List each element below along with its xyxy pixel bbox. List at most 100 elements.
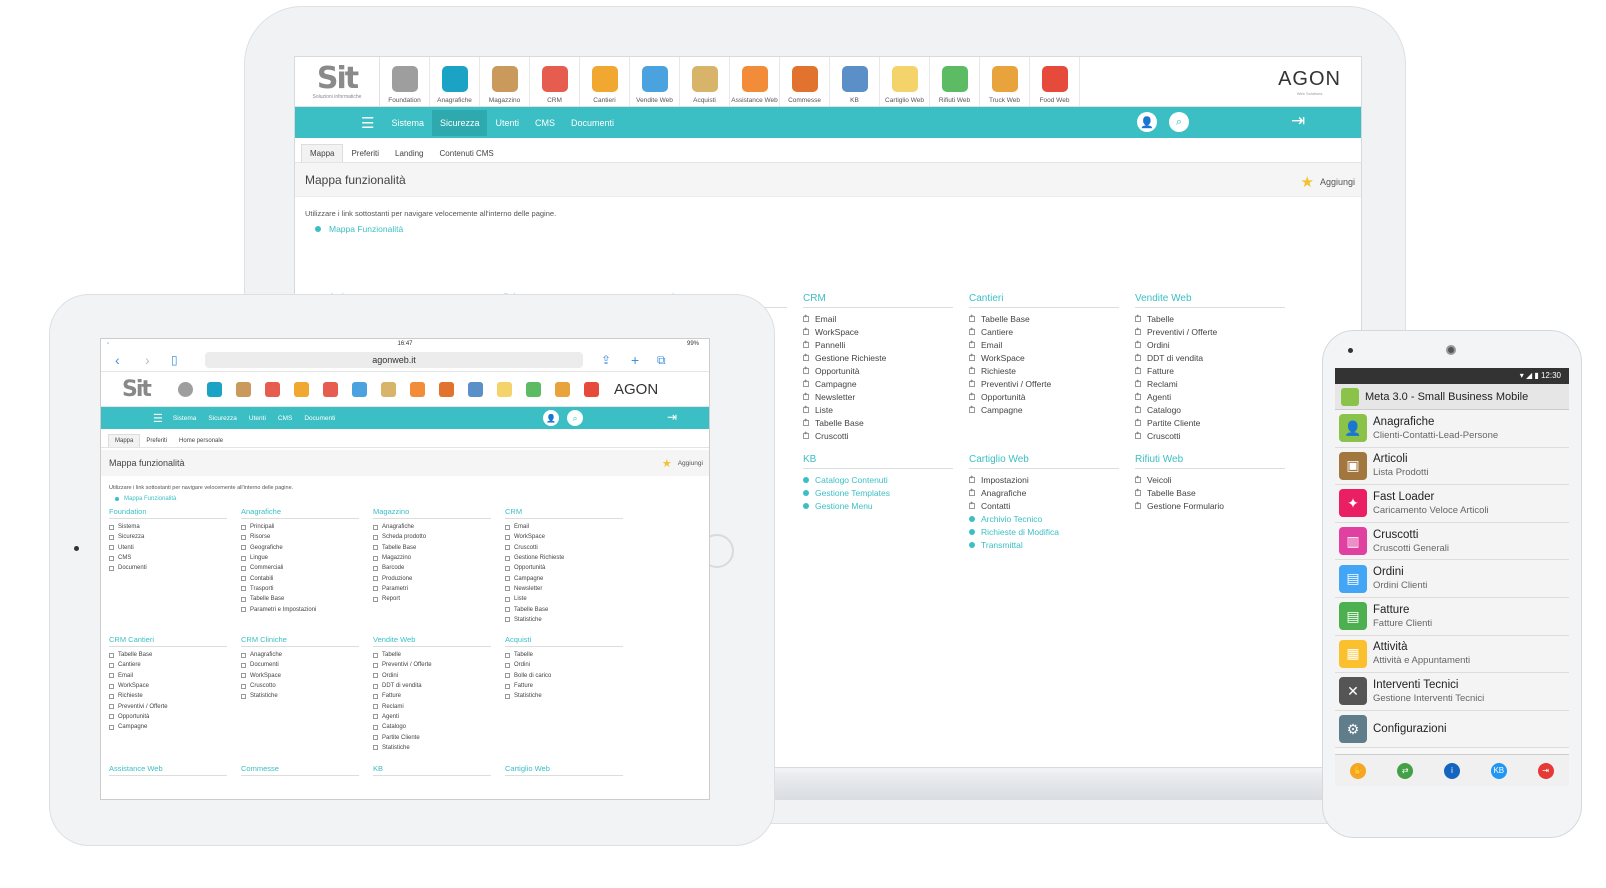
tabs-icon[interactable]: ⧉ [657,353,666,368]
map-item[interactable]: Contabili [241,573,359,583]
map-item[interactable]: Statistiche [373,743,491,753]
user-icon[interactable]: 👤 [1137,112,1157,132]
module-icon[interactable] [323,381,338,397]
map-item[interactable]: Ordini [505,660,623,670]
map-item[interactable]: Newsletter [803,390,953,403]
map-item[interactable]: Commerciali [241,563,359,573]
map-link-item[interactable]: Catalogo Contenuti [803,473,953,486]
search-icon[interactable]: ⌕ [567,410,583,426]
map-item[interactable]: Statistiche [505,615,623,625]
map-item[interactable]: Bolle di carico [505,671,623,681]
map-item[interactable]: Email [109,671,227,681]
map-item[interactable]: WorkSpace [109,681,227,691]
url-bar[interactable]: agonweb.it [205,352,583,368]
kb-icon[interactable]: KB [1490,762,1507,779]
map-item[interactable]: Documenti [241,660,359,670]
map-item[interactable]: Campagne [969,403,1119,416]
menu-articoli[interactable]: ▣ Articoli Lista Prodotti [1335,447,1569,486]
map-item[interactable]: Catalogo [373,722,491,732]
nav-sicurezza[interactable]: Sicurezza [431,109,488,136]
map-item[interactable]: Catalogo [1135,403,1285,416]
map-item[interactable]: WorkSpace [803,325,953,338]
map-item[interactable]: Preventivi / Offerte [373,660,491,670]
module-crm[interactable]: CRM [530,57,580,106]
map-item[interactable]: Magazzino [373,553,491,563]
module-icon[interactable] [555,381,570,397]
tab-mappa[interactable]: Mappa [301,144,344,162]
logout-icon[interactable]: ⇥ [1291,111,1305,131]
map-link[interactable]: Mappa Funzionalità [115,496,709,502]
module-icon[interactable] [526,381,541,397]
tab-preferiti[interactable]: Preferiti [343,145,387,162]
map-item[interactable]: Campagne [803,377,953,390]
map-item[interactable]: Tabelle Base [241,594,359,604]
map-item[interactable]: Opportunità [969,390,1119,403]
map-item[interactable]: Trasporti [241,584,359,594]
map-item[interactable]: WorkSpace [241,671,359,681]
map-item[interactable]: Tabelle Base [505,604,623,614]
hand-icon[interactable]: ✋ [1350,762,1367,779]
module-icon[interactable] [265,381,280,397]
module-cartiglio-web[interactable]: Cartiglio Web [880,57,930,106]
menu-interventi-tecnici[interactable]: ✕ Interventi Tecnici Gestione Interventi T… [1335,673,1569,711]
map-item[interactable]: Fatture [505,681,623,691]
map-link-item[interactable]: Transmittal [969,538,1119,551]
map-item[interactable]: Campagne [505,573,623,583]
module-vendite-web[interactable]: Vendite Web [630,57,680,106]
map-item[interactable]: Agenti [1135,390,1285,403]
tab-contenuti-cms[interactable]: Contenuti CMS [432,145,502,162]
map-item[interactable]: Tabelle [1135,312,1285,325]
map-item[interactable]: Sistema [109,522,227,532]
hamburger-icon[interactable]: ☰ [153,412,163,425]
map-item[interactable]: Sicurezza [109,532,227,542]
map-item[interactable]: Partite Cliente [373,732,491,742]
exit-icon[interactable]: ⇥ [1537,762,1554,779]
map-item[interactable]: Fatture [373,691,491,701]
map-item[interactable]: Preventivi / Offerte [1135,325,1285,338]
module-icon[interactable] [294,381,309,397]
map-item[interactable]: Agenti [373,712,491,722]
map-item[interactable]: Statistiche [241,691,359,701]
menu-configurazioni[interactable]: ⚙ Configurazioni [1335,710,1569,749]
nav-documenti[interactable]: Documenti [298,415,341,422]
map-link-item[interactable]: Archivio Tecnico [969,512,1119,525]
module-icon[interactable] [178,381,193,397]
map-item[interactable]: WorkSpace [505,532,623,542]
map-item[interactable]: Campagne [109,722,227,732]
nav-sistema[interactable]: Sistema [383,110,432,136]
map-item[interactable]: Opportunità [505,563,623,573]
map-item[interactable]: Principali [241,522,359,532]
module-rifiuti-web[interactable]: Rifiuti Web [930,57,980,106]
user-icon[interactable]: 👤 [543,410,559,426]
map-item[interactable]: Tabelle Base [803,416,953,429]
sync-icon[interactable]: ⇄ [1397,762,1414,779]
map-item[interactable]: Cruscotti [1135,429,1285,442]
menu-attivita[interactable]: ▦ Attività Attività e Appuntamenti [1335,635,1569,674]
bookmarks-icon[interactable]: ▯ [171,353,178,367]
menu-fatture[interactable]: ▤ Fatture Fatture Clienti [1335,597,1569,636]
map-item[interactable]: Email [969,338,1119,351]
add-favorite-button[interactable]: ★ Aggiungi [662,457,703,470]
map-item[interactable]: Scheda prodotto [373,532,491,542]
hamburger-icon[interactable]: ☰ [361,114,374,132]
module-acquisti[interactable]: Acquisti [680,57,730,106]
map-item[interactable]: Reclami [373,701,491,711]
map-item[interactable]: CMS [109,553,227,563]
map-item[interactable]: Cruscotto [241,681,359,691]
logout-icon[interactable]: ⇥ [667,410,677,424]
map-item[interactable]: Report [373,594,491,604]
module-icon[interactable] [381,381,396,397]
map-item[interactable]: Preventivi / Offerte [109,701,227,711]
map-item[interactable]: Produzione [373,573,491,583]
map-item[interactable]: Lingue [241,553,359,563]
map-item[interactable]: Cruscotti [505,543,623,553]
map-item[interactable]: Barcode [373,563,491,573]
map-item[interactable]: Anagrafiche [373,522,491,532]
nav-sicurezza[interactable]: Sicurezza [202,415,243,422]
map-item[interactable]: Opportunità [109,712,227,722]
menu-cruscotti[interactable]: ▥ Cruscotti Cruscotti Generali [1335,522,1569,561]
map-item[interactable]: Parametri [373,584,491,594]
map-item[interactable]: Anagrafiche [969,486,1119,499]
map-item[interactable]: Tabelle Base [1135,486,1285,499]
map-link[interactable]: Mappa Funzionalità [315,224,1361,234]
